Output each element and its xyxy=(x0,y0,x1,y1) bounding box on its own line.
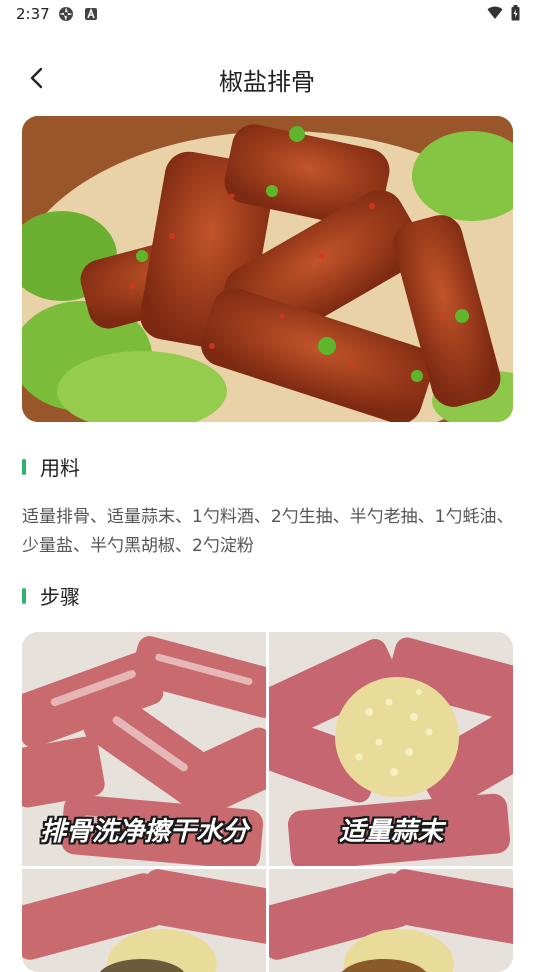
ingredients-heading: 用料 xyxy=(22,452,80,481)
header: 椒盐排骨 xyxy=(0,52,534,106)
step-caption-1: 排骨洗净擦干水分 xyxy=(39,817,248,847)
status-left-icons xyxy=(58,6,98,22)
aperture-icon xyxy=(59,7,73,21)
status-time: 2:37 xyxy=(16,5,50,23)
accent-bar xyxy=(22,458,26,475)
a-box-icon xyxy=(85,7,97,20)
steps-image-grid: 排骨洗净擦干水分 适量蒜末 xyxy=(22,632,513,972)
steps-title: 步骤 xyxy=(40,585,80,609)
ingredients-title: 用料 xyxy=(40,456,80,480)
ingredients-list: 适量排骨、适量蒜末、1勺料酒、2勺生抽、半勺老抽、1勺蚝油、少量盐、半勺黑胡椒、… xyxy=(22,507,514,556)
dish-photo xyxy=(22,116,513,422)
step-image-1: 排骨洗净擦干水分 xyxy=(22,632,266,866)
step-image-4 xyxy=(269,869,513,972)
wifi-icon xyxy=(487,6,503,19)
steps-heading: 步骤 xyxy=(22,581,80,610)
step-image-3 xyxy=(22,869,266,972)
battery-icon xyxy=(511,5,520,21)
status-right-icons xyxy=(487,5,520,21)
page-title: 椒盐排骨 xyxy=(219,68,315,96)
accent-bar xyxy=(22,587,26,604)
step-caption-2: 适量蒜末 xyxy=(338,817,443,847)
status-bar: 2:37 xyxy=(0,0,534,30)
step-image-2: 适量蒜末 xyxy=(269,632,513,866)
